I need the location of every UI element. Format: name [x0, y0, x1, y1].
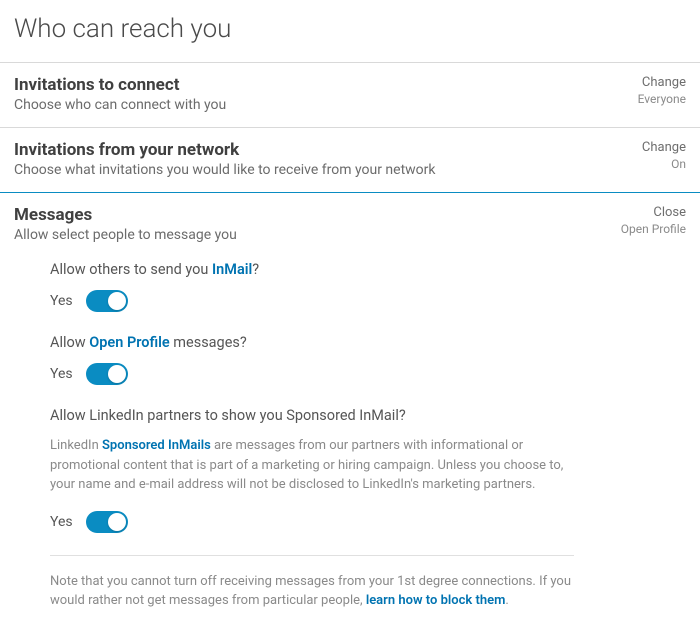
section-right: Close Open Profile [621, 205, 686, 236]
section-messages: Messages Allow select people to message … [0, 192, 700, 625]
note-suffix: . [505, 593, 508, 608]
close-link-messages[interactable]: Close [621, 205, 686, 220]
toggle-knob [108, 513, 126, 531]
q2-prefix: Allow [50, 334, 89, 351]
section-left: Invitations to connect Choose who can co… [14, 75, 638, 113]
q2-suffix: messages? [170, 334, 247, 351]
section-header: Invitations from your network Choose wha… [14, 140, 686, 178]
section-header: Invitations to connect Choose who can co… [14, 75, 686, 113]
toggle-knob [108, 292, 126, 310]
q1-suffix: ? [252, 261, 259, 278]
section-right: Change On [642, 140, 686, 171]
section-title-invitations: Invitations to connect [14, 75, 638, 95]
question-sponsored-inmail: Allow LinkedIn partners to show you Spon… [50, 407, 574, 424]
toggle-knob [108, 365, 126, 383]
section-title-network: Invitations from your network [14, 140, 642, 160]
section-right: Change Everyone [638, 75, 686, 106]
toggle-row-open-profile: Yes [50, 363, 574, 385]
toggle-sponsored[interactable] [86, 511, 128, 533]
note-block: Note that you cannot turn off receiving … [50, 572, 574, 611]
toggle-label-sponsored: Yes [50, 514, 76, 530]
section-desc-messages: Allow select people to message you [14, 227, 621, 243]
learn-block-link[interactable]: learn how to block them [366, 593, 506, 608]
divider [50, 555, 574, 556]
change-link-invitations[interactable]: Change [638, 75, 686, 90]
q1-prefix: Allow others to send you [50, 261, 212, 278]
status-messages: Open Profile [621, 222, 686, 236]
section-invitations: Invitations to connect Choose who can co… [0, 62, 700, 127]
status-invitations: Everyone [638, 92, 686, 106]
open-profile-link[interactable]: Open Profile [89, 334, 169, 351]
status-network: On [642, 157, 686, 171]
change-link-network[interactable]: Change [642, 140, 686, 155]
section-desc-network: Choose what invitations you would like t… [14, 162, 642, 178]
section-title-messages: Messages [14, 205, 621, 225]
section-left: Messages Allow select people to message … [14, 205, 621, 243]
info-prefix: LinkedIn [50, 438, 102, 453]
toggle-label-inmail: Yes [50, 293, 76, 309]
toggle-row-sponsored: Yes [50, 511, 574, 533]
toggle-label-open-profile: Yes [50, 366, 76, 382]
toggle-open-profile[interactable] [86, 363, 128, 385]
section-header: Messages Allow select people to message … [14, 205, 686, 243]
page-title: Who can reach you [0, 0, 700, 62]
toggle-inmail[interactable] [86, 290, 128, 312]
section-body-messages: Allow others to send you InMail? Yes All… [14, 243, 574, 611]
sponsored-inmails-link[interactable]: Sponsored InMails [102, 438, 211, 453]
question-inmail: Allow others to send you InMail? [50, 261, 574, 278]
inmail-link[interactable]: InMail [212, 261, 252, 278]
section-network: Invitations from your network Choose wha… [0, 127, 700, 192]
info-sponsored-inmail: LinkedIn Sponsored InMails are messages … [50, 436, 574, 495]
question-open-profile: Allow Open Profile messages? [50, 334, 574, 351]
toggle-row-inmail: Yes [50, 290, 574, 312]
section-desc-invitations: Choose who can connect with you [14, 97, 638, 113]
section-left: Invitations from your network Choose wha… [14, 140, 642, 178]
